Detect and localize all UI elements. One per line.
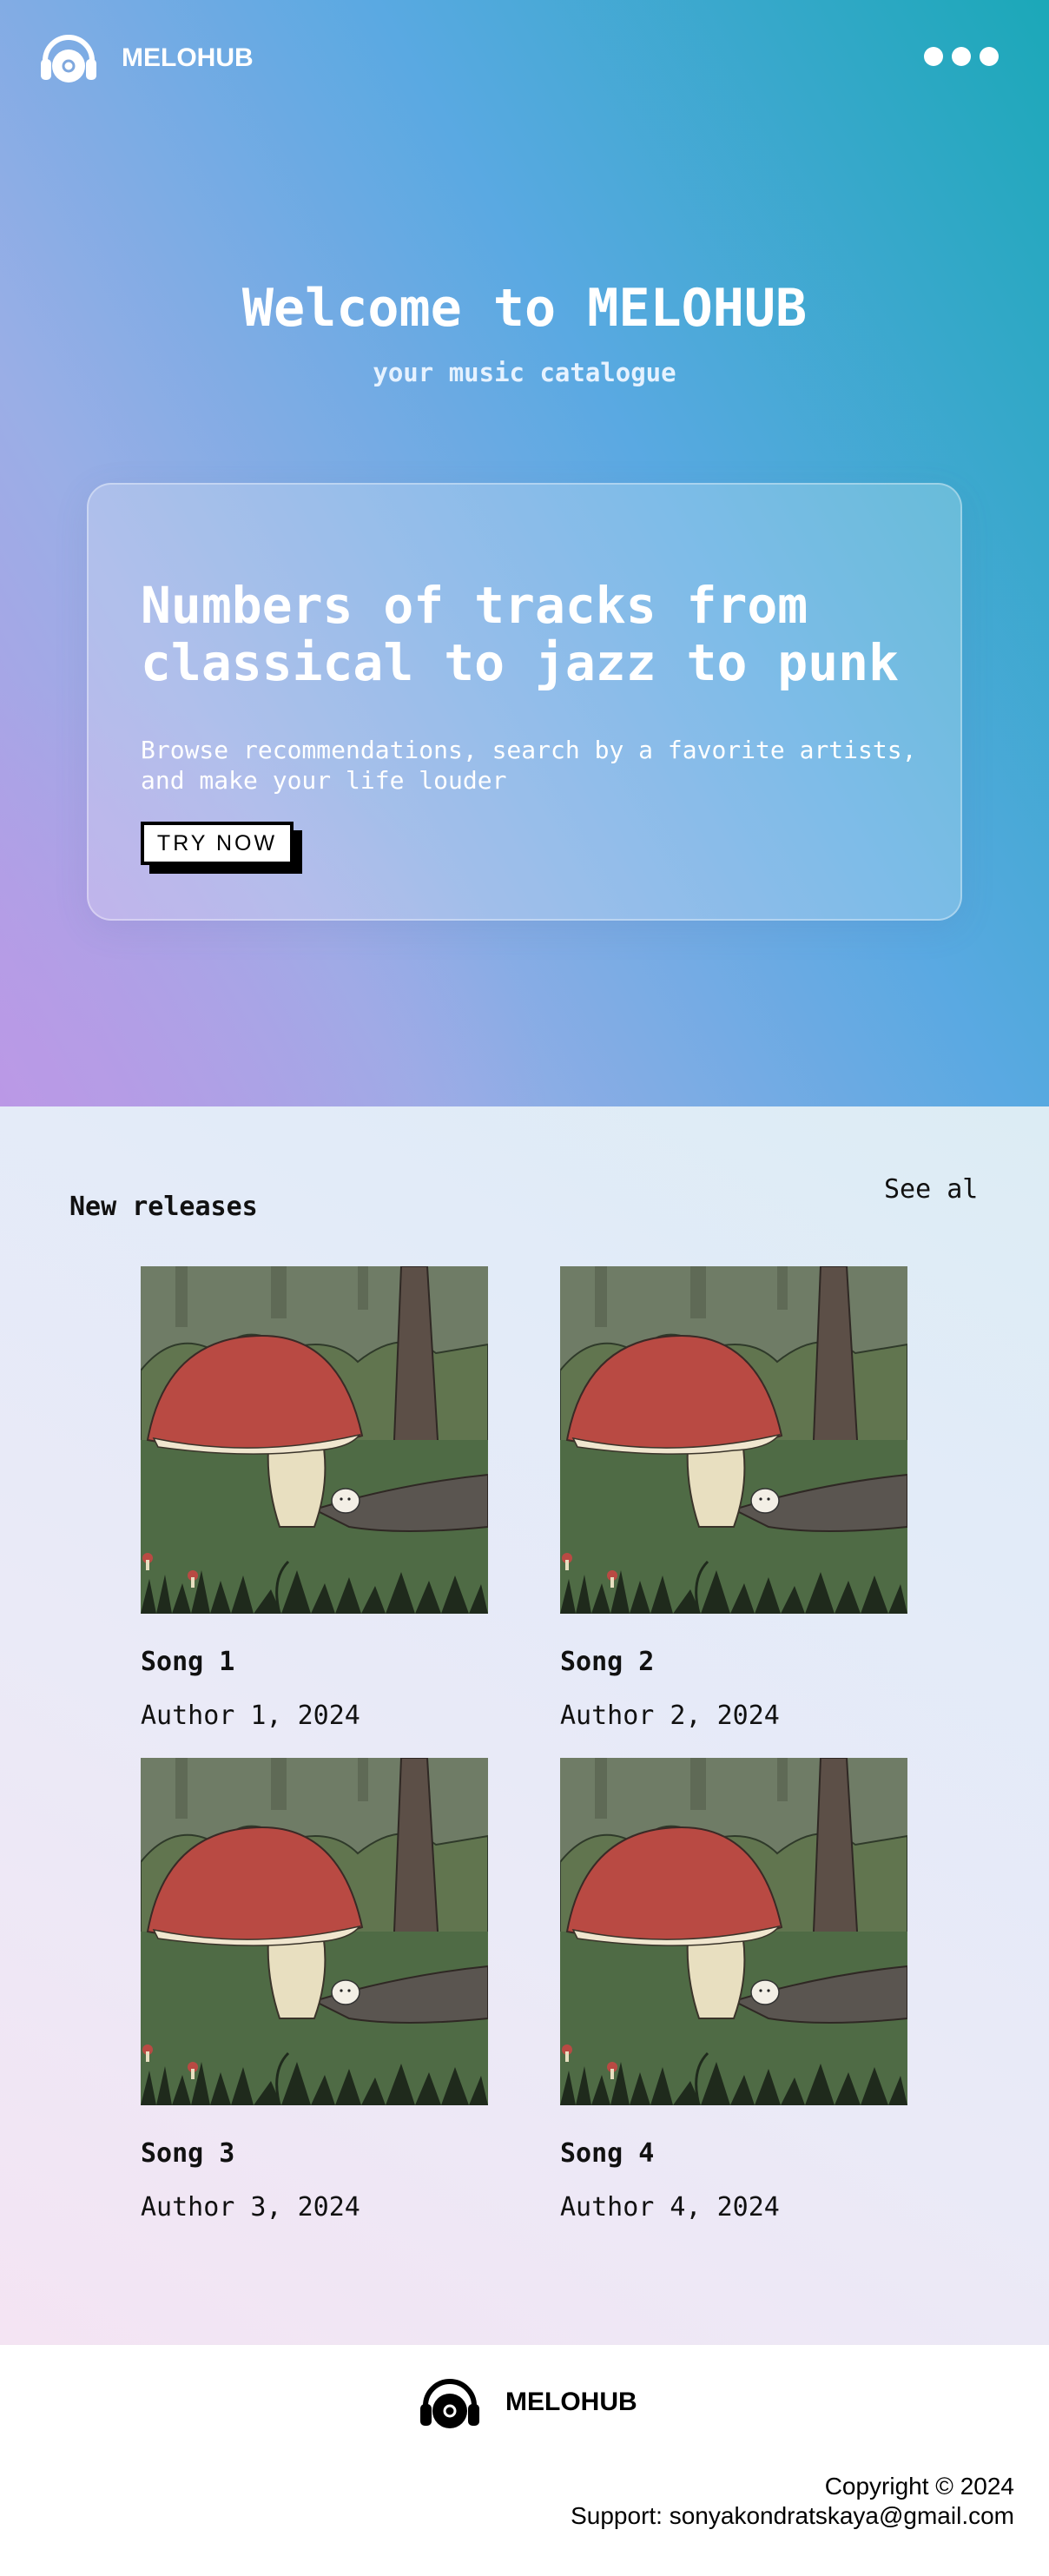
song-meta: Author 1, 2024 [141, 1701, 360, 1731]
album-cover-image[interactable] [141, 1266, 488, 1614]
hero-section: MELOHUB Welcome to MELOHUB your music ca… [0, 0, 1049, 1106]
song-meta: Author 4, 2024 [560, 2192, 780, 2223]
menu-dot [924, 47, 943, 66]
song-meta: Author 3, 2024 [141, 2192, 360, 2223]
footer-logo-text: MELOHUB [505, 2388, 637, 2416]
song-meta: Author 2, 2024 [560, 1701, 780, 1731]
menu-dot [952, 47, 971, 66]
hero-title: Welcome to MELOHUB [241, 278, 808, 339]
release-card[interactable]: Song 4 Author 4, 2024 [560, 1758, 907, 2223]
see-all-link[interactable]: See al [884, 1174, 981, 1205]
album-cover-image[interactable] [560, 1758, 907, 2105]
copyright-text: Copyright © 2024 [824, 2473, 1014, 2500]
support-email[interactable]: Support: sonyakondratskaya@gmail.com [571, 2501, 1014, 2531]
more-dots-icon[interactable] [924, 43, 999, 69]
promo-title: Numbers of tracks from classical to jazz… [141, 576, 899, 692]
section-title: New releases [69, 1192, 258, 1222]
promo-card: Numbers of tracks from classical to jazz… [87, 483, 962, 921]
song-title: Song 3 [141, 2138, 235, 2169]
song-title: Song 1 [141, 1647, 235, 1677]
footer: MELOHUB Copyright © 2024 Support: sonyak… [0, 2345, 1049, 2576]
album-cover-image[interactable] [560, 1266, 907, 1614]
release-card[interactable]: Song 2 Author 2, 2024 [560, 1266, 907, 1731]
headphones-record-icon [41, 35, 96, 83]
new-releases-section: New releases See al Song 1 Author 1, 202… [0, 1106, 1049, 2345]
headphones-record-icon [420, 2379, 479, 2428]
try-now-button[interactable]: TRY NOW [141, 822, 294, 865]
song-title: Song 4 [560, 2138, 655, 2169]
menu-dot [980, 47, 999, 66]
song-title: Song 2 [560, 1647, 655, 1677]
logo-text: MELOHUB [122, 43, 254, 72]
release-card[interactable]: Song 3 Author 3, 2024 [141, 1758, 488, 2223]
footer-logo[interactable]: MELOHUB [417, 2369, 637, 2435]
release-card[interactable]: Song 1 Author 1, 2024 [141, 1266, 488, 1731]
header-logo[interactable]: MELOHUB [36, 26, 254, 90]
album-cover-image[interactable] [141, 1758, 488, 2105]
hero-subtitle: your music catalogue [373, 358, 676, 387]
promo-text: Browse recommendations, search by a favo… [141, 736, 917, 795]
footer-copyright: Copyright © 2024 Support: sonyakondratsk… [571, 2472, 1014, 2531]
